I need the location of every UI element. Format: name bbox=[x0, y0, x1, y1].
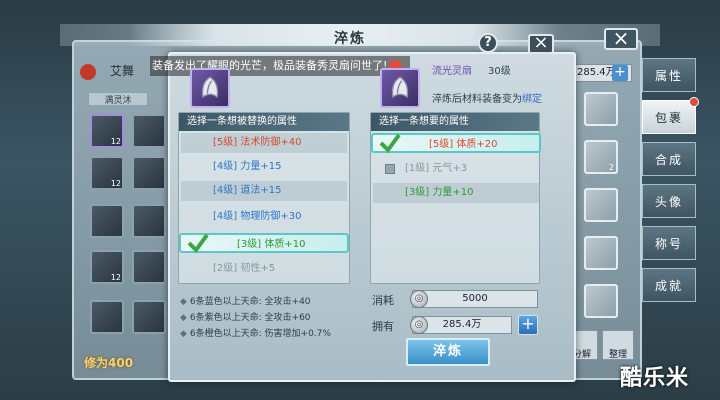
inventory-slot[interactable]: 12 bbox=[90, 156, 124, 190]
checkmark-icon bbox=[187, 233, 209, 253]
inventory-slot[interactable]: 12 bbox=[90, 114, 124, 148]
attribute-row[interactable]: [2级] 韧性+5 bbox=[181, 259, 347, 279]
watermark: 酷乐米 bbox=[620, 366, 690, 391]
own-label: 拥有 bbox=[372, 320, 394, 333]
replace-attribute-panel: 选择一条想被替换的属性 [5级] 法术防御+40 [4级] 力量+15 [4级]… bbox=[178, 112, 350, 284]
attribute-row[interactable]: [5级] 法术防御+40 bbox=[181, 133, 347, 153]
sort-button[interactable]: 整理 bbox=[602, 330, 634, 360]
bind-notice: 淬炼后材料装备变为绑定 bbox=[432, 94, 542, 105]
inventory-slot[interactable] bbox=[132, 114, 166, 148]
source-equipment-icon[interactable] bbox=[190, 68, 230, 108]
tab-inventory[interactable]: 包裹 bbox=[642, 97, 699, 134]
inventory-slot[interactable] bbox=[132, 156, 166, 190]
player-header: 艾舞 bbox=[80, 62, 156, 84]
inventory-slot[interactable] bbox=[584, 284, 618, 318]
material-item-name: 流光灵扇 bbox=[432, 66, 472, 77]
cultivation-text: 修为400 bbox=[84, 356, 134, 370]
dialog-title: 淬炼 bbox=[334, 31, 366, 47]
fan-icon bbox=[201, 76, 219, 99]
cost-label: 消耗 bbox=[372, 294, 394, 307]
attribute-row-selected[interactable]: [5级] 体质+20 bbox=[371, 133, 541, 153]
panel-header: 选择一条想被替换的属性 bbox=[179, 113, 349, 131]
tab-avatar[interactable]: 头像 bbox=[642, 184, 696, 218]
attribute-row[interactable]: [4级] 力量+15 bbox=[181, 157, 347, 177]
inventory-close-button[interactable]: × bbox=[604, 28, 638, 50]
avatar-icon bbox=[80, 63, 96, 80]
inventory-slot[interactable] bbox=[90, 300, 124, 334]
notification-dot bbox=[689, 97, 699, 107]
note-line: ◆ 6条蓝色以上天命: 全攻击+40 bbox=[180, 297, 311, 307]
checkbox-icon bbox=[385, 164, 395, 174]
note-line: ◆ 6条橙色以上天命: 伤害增加+0.7% bbox=[180, 329, 331, 339]
game-screen: × 艾舞 满灵沐 285.4万 + 12 12 12 修为400 2 属性 包裹… bbox=[0, 0, 720, 400]
fan-icon bbox=[391, 76, 409, 99]
set-bonus-notes: ◆ 6条蓝色以上天命: 全攻击+40 ◆ 6条紫色以上天命: 全攻击+60 ◆ 6条橙… bbox=[180, 294, 331, 342]
help-button[interactable]: ? bbox=[478, 33, 498, 53]
inventory-slot[interactable] bbox=[132, 204, 166, 238]
dialog-close-button[interactable]: × bbox=[528, 34, 554, 54]
money-add-button[interactable]: + bbox=[612, 65, 628, 81]
tab-achievement[interactable]: 成就 bbox=[642, 268, 696, 302]
note-line: ◆ 6条紫色以上天命: 全攻击+60 bbox=[180, 313, 311, 323]
silver-coin-icon: ◎ bbox=[410, 316, 428, 334]
desired-attribute-panel: 选择一条想要的属性 [5级] 体质+20 [1级] 元气+3 [3级] 力量+1… bbox=[370, 112, 541, 284]
attribute-row[interactable]: [4级] 道法+15 bbox=[181, 181, 347, 201]
refine-button[interactable]: 淬炼 bbox=[406, 338, 490, 366]
attribute-row[interactable]: [4级] 物理防御+30 bbox=[181, 207, 347, 227]
player-name: 艾舞 bbox=[110, 64, 135, 78]
inventory-slot[interactable] bbox=[584, 92, 618, 126]
inventory-slot[interactable]: 2 bbox=[584, 140, 618, 174]
attribute-row[interactable]: [3级] 力量+10 bbox=[373, 183, 539, 203]
add-currency-button[interactable]: + bbox=[518, 315, 538, 335]
tab-title[interactable]: 称号 bbox=[642, 226, 696, 260]
inventory-slot[interactable] bbox=[90, 204, 124, 238]
inventory-slot[interactable] bbox=[132, 250, 166, 284]
panel-header: 选择一条想要的属性 bbox=[371, 113, 539, 131]
checkmark-icon bbox=[379, 133, 401, 153]
tab-attributes[interactable]: 属性 bbox=[642, 58, 696, 92]
material-equipment-icon[interactable] bbox=[380, 68, 420, 108]
inventory-slot[interactable] bbox=[132, 300, 166, 334]
silver-coin-icon: ◎ bbox=[410, 290, 428, 308]
attribute-row-selected[interactable]: [3级] 体质+10 bbox=[179, 233, 349, 253]
inventory-slot[interactable] bbox=[584, 236, 618, 270]
material-item-level: 30级 bbox=[488, 66, 511, 77]
system-broadcast: 装备发出了耀眼的光芒，极品装备秀灵扇问世了! bbox=[150, 56, 410, 76]
attribute-row[interactable]: [1级] 元气+3 bbox=[373, 159, 539, 179]
tab-synthesis[interactable]: 合成 bbox=[642, 142, 696, 176]
inventory-slot[interactable]: 12 bbox=[90, 250, 124, 284]
inventory-slot[interactable] bbox=[584, 188, 618, 222]
cost-field: 5000 bbox=[412, 290, 538, 308]
player-subtitle: 满灵沐 bbox=[88, 92, 148, 106]
